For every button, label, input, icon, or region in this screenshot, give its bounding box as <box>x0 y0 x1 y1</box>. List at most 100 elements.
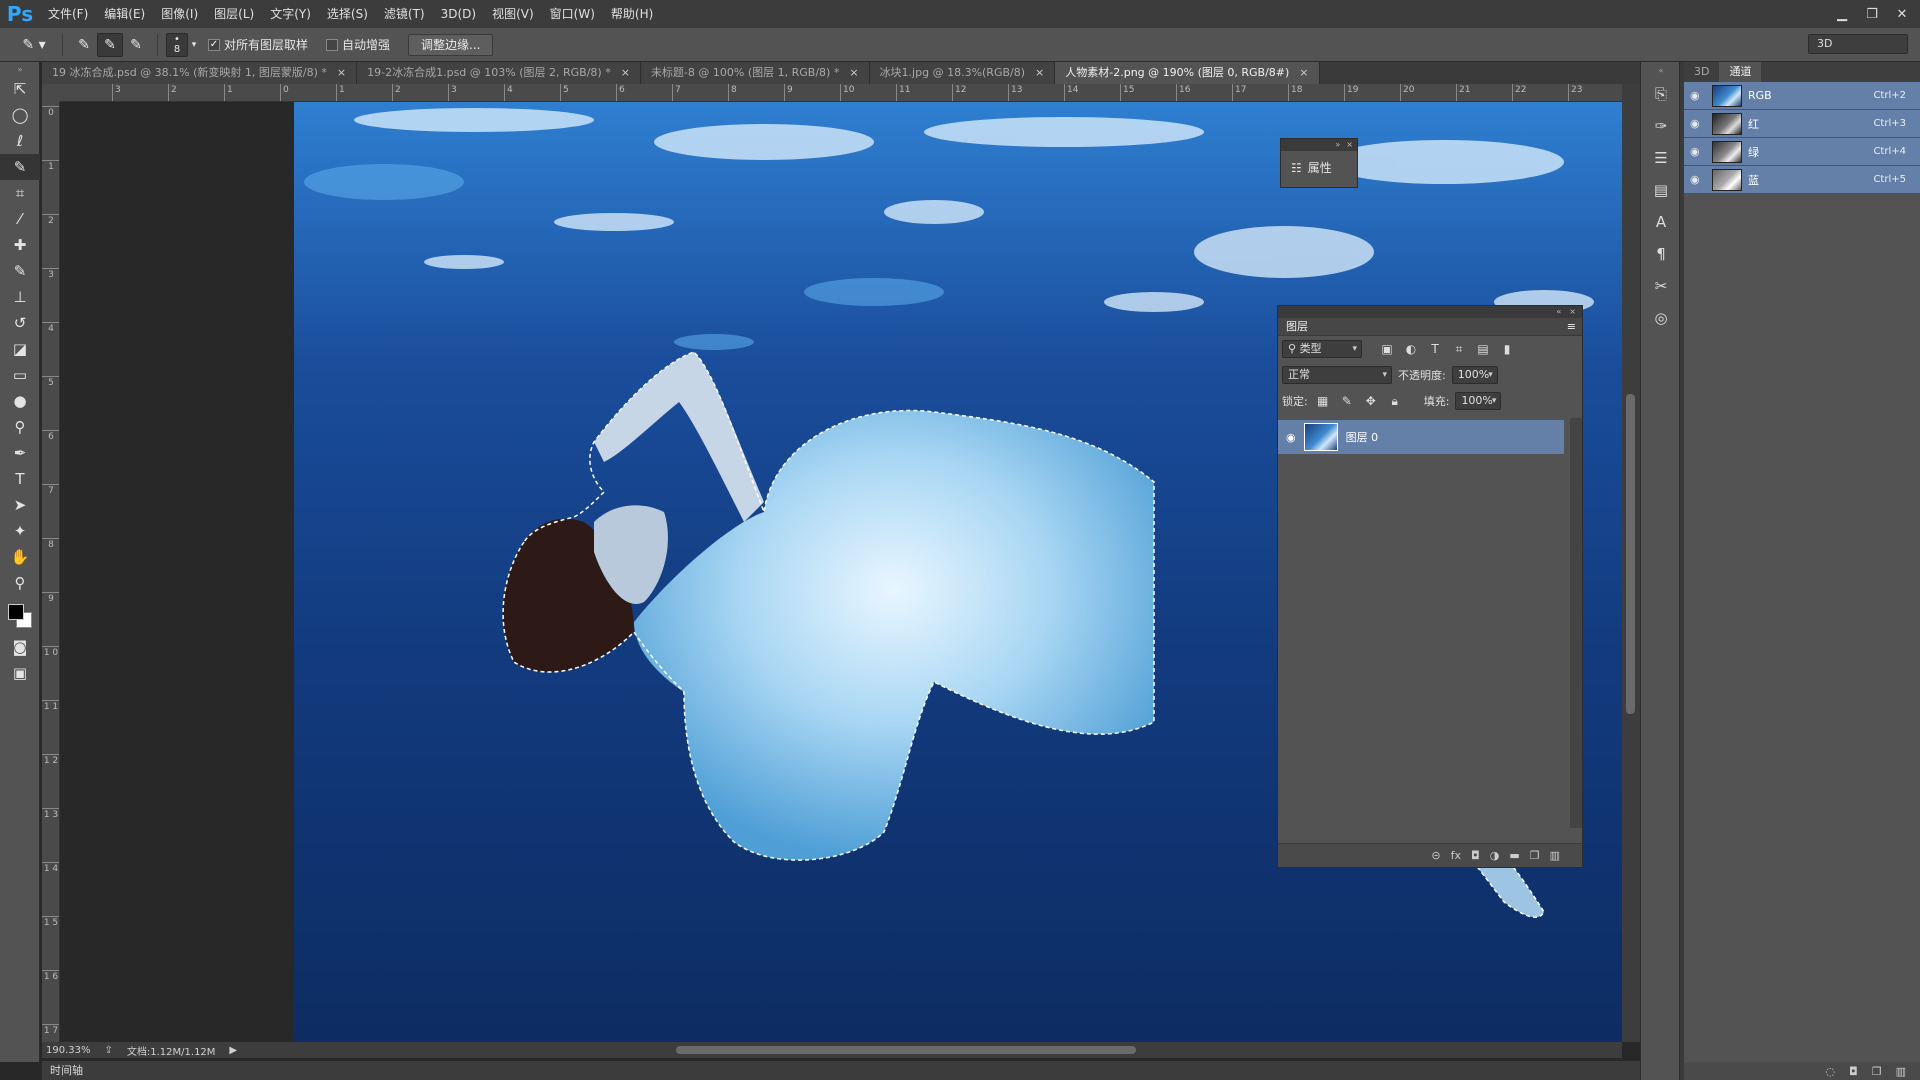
brush-size-picker[interactable]: • 8 <box>166 32 188 57</box>
close-icon[interactable]: ✕ <box>1894 7 1910 22</box>
collapse-icon[interactable]: « <box>1556 306 1561 318</box>
menu-filter[interactable]: 滤镜(T) <box>376 0 433 28</box>
channels-icon[interactable]: ◎ <box>1641 302 1681 334</box>
layer-row[interactable]: ◉ 图层 0 <box>1278 420 1564 454</box>
adjustment-filter-icon[interactable]: ◐ <box>1402 340 1420 358</box>
shape-tool-icon[interactable]: ✦ <box>0 518 40 544</box>
healing-brush-tool-icon[interactable]: ✚ <box>0 232 40 258</box>
eye-icon[interactable]: ◉ <box>1690 145 1706 158</box>
screen-mode-icon[interactable]: ▣ <box>0 660 40 686</box>
trash-icon[interactable]: ▥ <box>1896 1065 1906 1078</box>
zoom-level[interactable]: 190.33% <box>46 1045 91 1056</box>
subtract-selection-icon[interactable]: ✎ <box>123 33 149 57</box>
new-selection-icon[interactable]: ✎ <box>71 33 97 57</box>
collapse-icon[interactable]: « <box>1641 62 1681 78</box>
blur-tool-icon[interactable]: ● <box>0 388 40 414</box>
path-selection-tool-icon[interactable]: ➤ <box>0 492 40 518</box>
lock-transparency-icon[interactable]: ▦ <box>1314 392 1332 410</box>
auto-enhance-checkbox[interactable]: 自动增强 <box>326 36 390 53</box>
refine-edge-button[interactable]: 调整边缘... <box>408 33 494 56</box>
paragraph-icon[interactable]: ¶ <box>1641 238 1681 270</box>
folder-icon[interactable]: ▬ <box>1509 849 1519 862</box>
type-filter-icon[interactable]: T <box>1426 340 1444 358</box>
eraser-tool-icon[interactable]: ◪ <box>0 336 40 362</box>
new-channel-icon[interactable]: ❐ <box>1872 1065 1882 1078</box>
lock-all-icon[interactable]: 🔒︎ <box>1386 392 1404 410</box>
lasso-tool-icon[interactable]: ℓ <box>0 128 40 154</box>
quick-mask-icon[interactable]: ◙ <box>0 634 40 660</box>
horizontal-scrollbar[interactable] <box>300 1042 1622 1058</box>
collapse-icon[interactable]: » <box>1335 139 1340 151</box>
tab-3d[interactable]: 3D <box>1684 62 1719 82</box>
eye-icon[interactable]: ◉ <box>1690 173 1706 186</box>
properties-button[interactable]: ☷ 属性 <box>1281 151 1357 184</box>
scroll-thumb[interactable] <box>676 1046 1136 1054</box>
menu-select[interactable]: 选择(S) <box>319 0 376 28</box>
type-tool-icon[interactable]: T <box>0 466 40 492</box>
character-icon[interactable]: A <box>1641 206 1681 238</box>
tool-preset-picker[interactable]: ✎ ▾ <box>14 33 54 57</box>
eye-icon[interactable]: ◉ <box>1690 89 1706 102</box>
tools-icon[interactable]: ✂ <box>1641 270 1681 302</box>
ruler-horizontal[interactable]: 3 2 1 0 1 2 3 4 5 6 7 8 9 10 11 12 13 14 15 16 17 18 19 20 21 22 2… <box>60 84 1640 102</box>
tab-document-5[interactable]: 人物素材-2.png @ 190% (图层 0, RGB/8#) × <box>1055 62 1320 84</box>
shape-filter-icon[interactable]: ⌗ <box>1450 340 1468 358</box>
hand-tool-icon[interactable]: ✋ <box>0 544 40 570</box>
new-layer-icon[interactable]: ❐ <box>1530 849 1540 862</box>
adjustments-icon[interactable]: ☰ <box>1641 142 1681 174</box>
eye-icon[interactable]: ◉ <box>1690 117 1706 130</box>
menu-view[interactable]: 视图(V) <box>484 0 542 28</box>
menu-window[interactable]: 窗口(W) <box>542 0 603 28</box>
quick-selection-tool-icon[interactable]: ✎ <box>0 154 40 180</box>
load-selection-icon[interactable]: ◌ <box>1825 1065 1835 1078</box>
channel-row-red[interactable]: ◉ 红 Ctrl+3 <box>1684 110 1920 138</box>
menu-layer[interactable]: 图层(L) <box>206 0 262 28</box>
history-icon[interactable]: ⎘ <box>1641 78 1681 110</box>
tab-document-3[interactable]: 未标题-8 @ 100% (图层 1, RGB/8) * × <box>640 62 870 84</box>
fill-input[interactable]: 100% <box>1455 392 1502 410</box>
layer-filter-select[interactable]: ⚲ 类型 <box>1282 340 1362 358</box>
dodge-tool-icon[interactable]: ⚲ <box>0 414 40 440</box>
add-selection-icon[interactable]: ✎ <box>97 32 123 57</box>
restore-icon[interactable]: ❐ <box>1864 7 1880 22</box>
eye-icon[interactable]: ◉ <box>1286 431 1296 444</box>
opacity-input[interactable]: 100% <box>1451 366 1498 384</box>
close-icon[interactable]: × <box>337 62 346 84</box>
foreground-color[interactable] <box>8 604 24 620</box>
chevron-down-icon[interactable]: ▾ <box>188 33 200 57</box>
gradient-tool-icon[interactable]: ▭ <box>0 362 40 388</box>
menu-file[interactable]: 文件(F) <box>40 0 96 28</box>
collapse-icon[interactable]: » <box>0 62 40 76</box>
image-filter-icon[interactable]: ▣ <box>1378 340 1396 358</box>
channel-row-blue[interactable]: ◉ 蓝 Ctrl+5 <box>1684 166 1920 194</box>
marquee-tool-icon[interactable]: ◯ <box>0 102 40 128</box>
link-icon[interactable]: ⊝ <box>1431 849 1440 862</box>
export-icon[interactable]: ⇪ <box>105 1045 113 1056</box>
close-icon[interactable]: × <box>621 62 630 84</box>
tab-document-4[interactable]: 冰块1.jpg @ 18.3%(RGB/8) × <box>869 62 1056 84</box>
clone-stamp-tool-icon[interactable]: ⊥ <box>0 284 40 310</box>
timeline-panel-tab[interactable]: 时间轴 <box>42 1060 1640 1080</box>
channel-row-rgb[interactable]: ◉ RGB Ctrl+2 <box>1684 82 1920 110</box>
close-icon[interactable]: × <box>1299 62 1308 84</box>
channel-row-green[interactable]: ◉ 绿 Ctrl+4 <box>1684 138 1920 166</box>
layer-list-scrollbar[interactable] <box>1570 418 1582 828</box>
filter-toggle-icon[interactable]: ▮ <box>1498 340 1516 358</box>
close-icon[interactable]: × <box>1035 62 1044 84</box>
tab-channels[interactable]: 通道 <box>1719 62 1762 82</box>
menu-3d[interactable]: 3D(D) <box>433 0 484 28</box>
fx-icon[interactable]: fx <box>1451 849 1461 862</box>
mask-icon[interactable]: ◘ <box>1471 849 1480 862</box>
lock-position-icon[interactable]: ✥ <box>1362 392 1380 410</box>
menu-help[interactable]: 帮助(H) <box>603 0 661 28</box>
styles-icon[interactable]: ▤ <box>1641 174 1681 206</box>
minimize-icon[interactable]: ▁ <box>1834 7 1850 22</box>
tab-document-1[interactable]: 19 冰冻合成.psd @ 38.1% (新变映射 1, 图层蒙版/8) * × <box>42 62 358 84</box>
close-icon[interactable]: × <box>1569 306 1576 318</box>
tab-document-2[interactable]: 19-2冰冻合成1.psd @ 103% (图层 2, RGB/8) * × <box>357 62 641 84</box>
scroll-thumb[interactable] <box>1626 394 1635 714</box>
brush-tool-icon[interactable]: ✎ <box>0 258 40 284</box>
history-brush-tool-icon[interactable]: ↺ <box>0 310 40 336</box>
ruler-vertical[interactable]: 0 1 2 3 4 5 6 7 8 9 1 0 1 1 1 2 1 3 1 4 1 5 1 6 1 7 <box>42 102 60 1042</box>
menu-image[interactable]: 图像(I) <box>153 0 206 28</box>
